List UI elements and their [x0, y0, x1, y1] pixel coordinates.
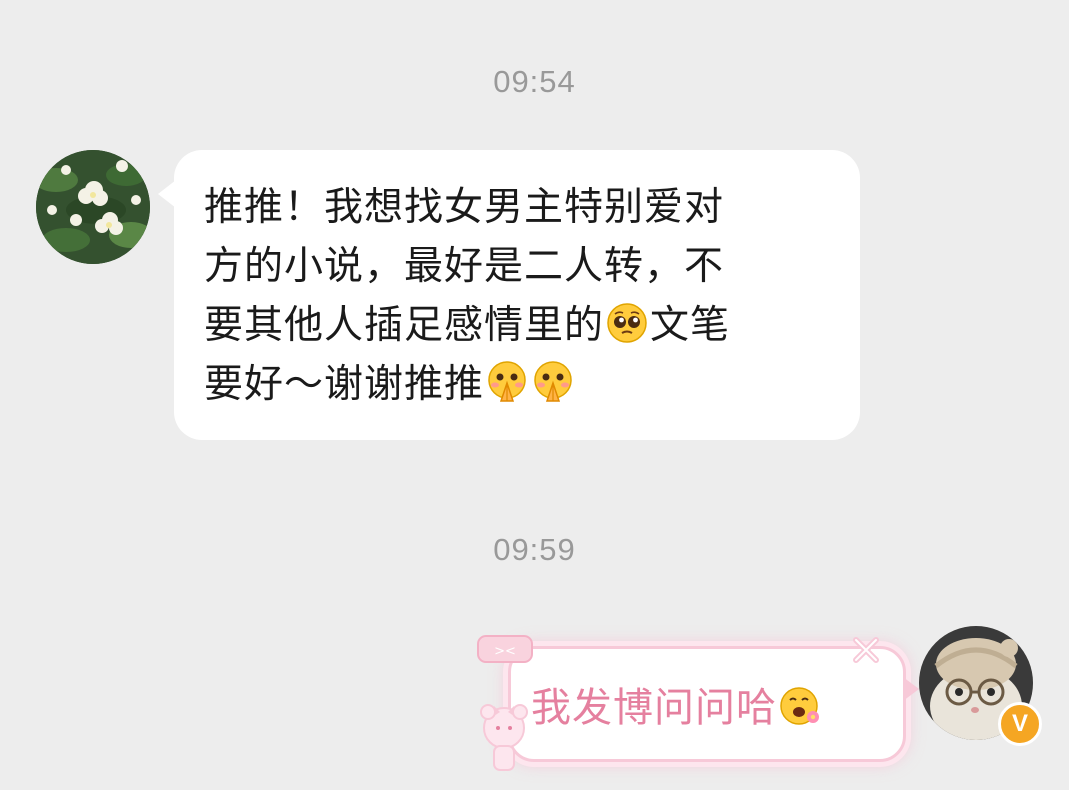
message-timestamp: 09:54: [493, 64, 576, 99]
happy-flower-icon: [780, 687, 819, 725]
message-line: 推推！我想找女男主特别爱对: [204, 185, 725, 230]
message-line: 要好～谢谢推推: [204, 355, 844, 414]
message-line: 要其他人插足感情里的 文笔: [204, 296, 844, 355]
message-segment: 要其他人插足感情里的: [204, 303, 605, 348]
contact-avatar[interactable]: [36, 150, 150, 264]
sparkle-decoration: [848, 632, 884, 672]
message-segment: 要好～谢谢推推: [204, 362, 485, 407]
outgoing-message-bubble[interactable]: 我发博问问哈: [508, 646, 919, 762]
outgoing-message-text: 我发博问问哈: [531, 675, 823, 733]
praying-hands-icon: [534, 361, 572, 402]
message-timestamp: 09:59: [493, 532, 576, 567]
sticker-tag-decoration: ><: [476, 632, 538, 672]
gardenia-flower-image: [36, 150, 150, 264]
praying-hands-icon: [488, 361, 526, 402]
verified-badge-icon: V: [998, 702, 1042, 746]
incoming-message-bubble[interactable]: 推推！我想找女男主特别爱对 方的小说，最好是二人转，不 要其他人插足感情里的 文笔…: [158, 150, 860, 440]
incoming-message-text: 推推！我想找女男主特别爱对 方的小说，最好是二人转，不 要其他人插足感情里的 文笔…: [204, 178, 844, 414]
message-line: 方的小说，最好是二人转，不: [204, 244, 725, 289]
message-segment: 我发博问问哈: [531, 685, 777, 731]
sticker-tag-text: ><: [494, 644, 516, 659]
pleading-face-icon: [607, 303, 647, 343]
bear-sticker-decoration: [474, 700, 534, 780]
message-segment: 文笔: [650, 303, 731, 348]
